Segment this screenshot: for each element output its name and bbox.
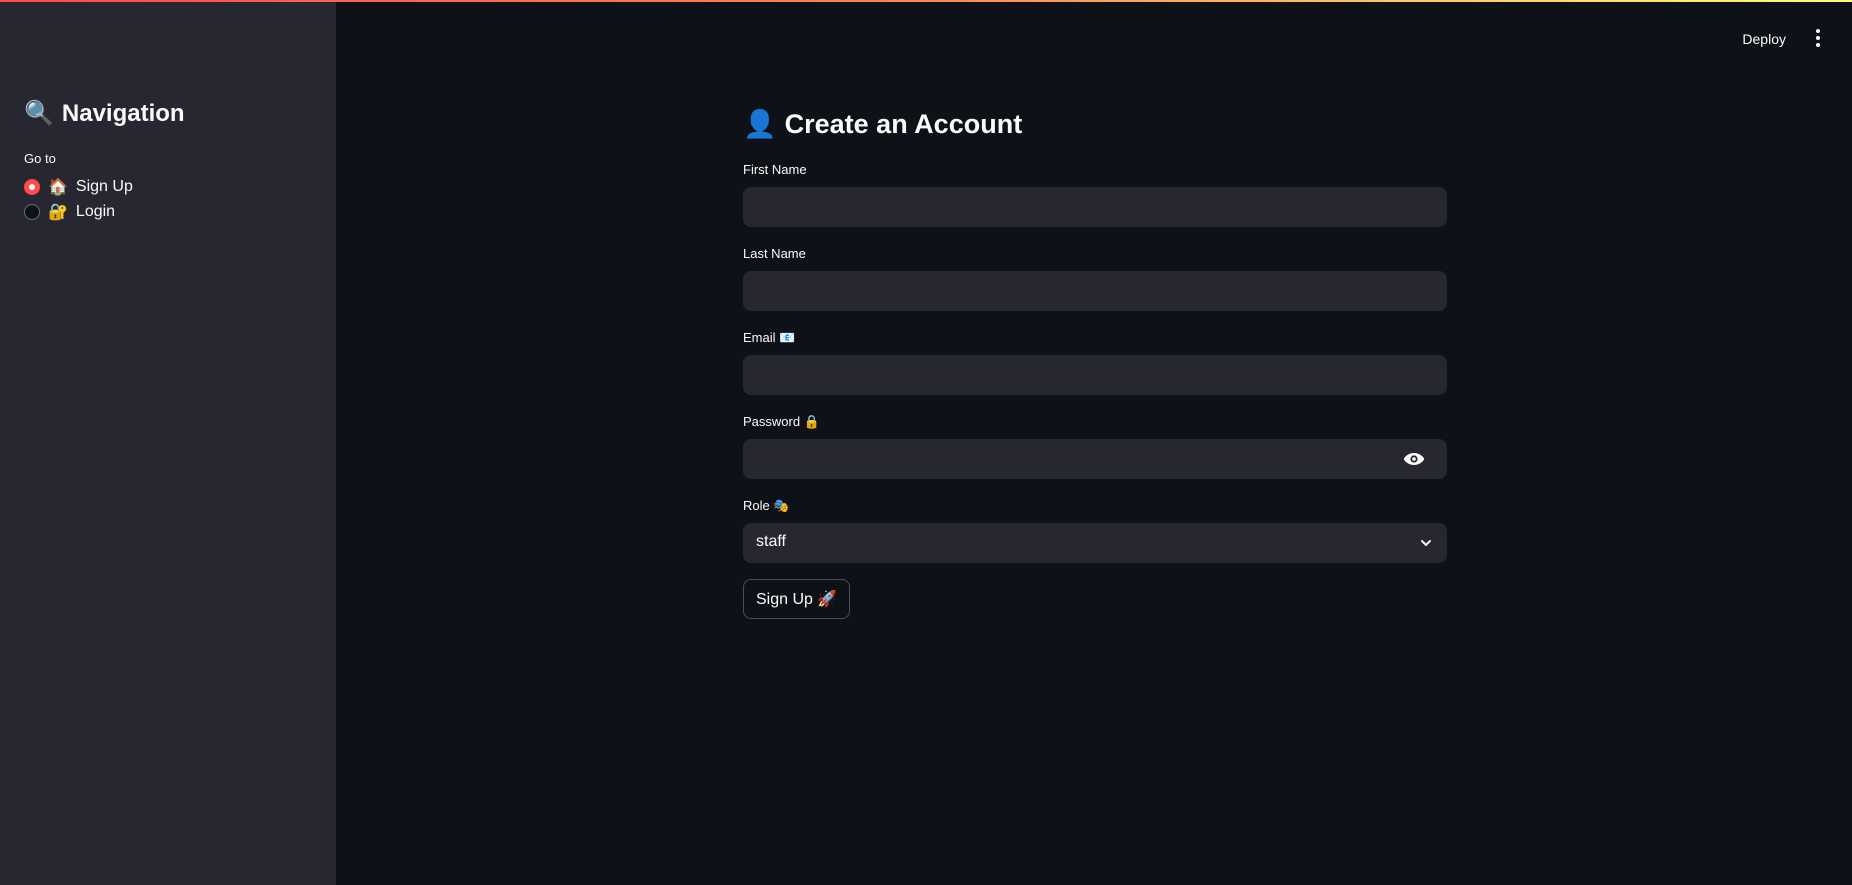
email-input[interactable] [743,355,1447,395]
role-label: Role 🎭 [743,498,790,513]
sidebar-title: 🔍 Navigation [24,99,185,128]
radio-unchecked-icon[interactable] [24,204,40,220]
password-label: Password 🔒 [743,414,820,429]
radio-group-label: Go to [24,151,56,166]
sign-up-button[interactable]: Sign Up 🚀 [743,579,851,619]
app-header: Deploy [1452,0,1852,74]
page-title: 👤 Create an Account [743,108,1022,140]
page-title-text: Create an Account [784,108,1023,139]
kebab-menu-icon[interactable] [1810,28,1826,48]
main-content: 👤 Create an Account First Name Last Name… [743,0,1447,885]
radio-option-label: Sign Up [75,178,133,195]
radio-option-label: Login [75,203,116,220]
menu-dot [1816,36,1820,40]
lock-with-key-icon: 🔐 [48,204,68,221]
eye-icon[interactable] [1403,452,1425,466]
role-select[interactable]: staff [743,523,1447,563]
user-silhouette-icon: 👤 [743,109,777,139]
sidebar-title-text: Navigation [61,99,185,127]
radio-option-login[interactable]: 🔐 Login [24,202,115,222]
radio-checked-icon[interactable] [24,179,40,195]
top-decoration-stripe [0,0,1852,2]
first-name-input[interactable] [743,187,1447,227]
password-input[interactable] [743,439,1447,479]
magnifier-icon: 🔍 [24,100,54,127]
email-label: Email 📧 [743,330,796,345]
menu-dot [1816,43,1820,47]
deploy-button[interactable]: Deploy [1736,27,1792,51]
menu-dot [1816,29,1820,33]
sidebar: 🔍 Navigation Go to 🏠 Sign Up 🔐 Login [0,0,336,885]
chevron-down-icon [1421,540,1431,546]
house-icon: 🏠 [48,179,68,196]
last-name-label: Last Name [743,246,806,261]
first-name-label: First Name [743,162,807,177]
role-select-value: staff [756,533,786,550]
radio-option-sign-up[interactable]: 🏠 Sign Up [24,177,133,197]
last-name-input[interactable] [743,271,1447,311]
